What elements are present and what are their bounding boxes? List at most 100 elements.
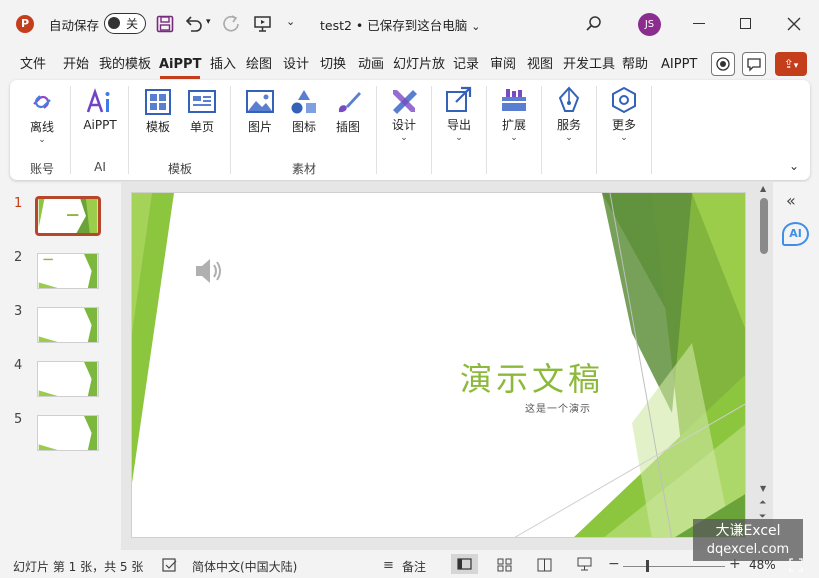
slide-thumbnail-2[interactable] [37, 253, 99, 289]
slide-thumbnail-3[interactable] [37, 307, 99, 343]
zoom-out-icon[interactable]: − [608, 556, 620, 572]
tab-file[interactable]: 文件 [20, 54, 46, 76]
watermark-line-1: 大谦Excel [715, 523, 781, 539]
close-icon[interactable] [787, 17, 801, 31]
normal-view-button[interactable] [451, 554, 478, 574]
ribbon-separator [541, 86, 542, 174]
tab-developer[interactable]: 开发工具 [563, 54, 615, 76]
tab-view[interactable]: 视图 [527, 54, 553, 76]
slide-number: 2 [14, 250, 23, 265]
group-label-template: 模板 [167, 162, 192, 176]
slide-number: 3 [14, 304, 23, 319]
zoom-level[interactable]: 48% [749, 558, 776, 572]
more-button[interactable]: 更多 ⌄ [599, 86, 649, 143]
tab-my-templates[interactable]: 我的模板 [99, 54, 151, 76]
extend-button[interactable]: 扩展 ⌄ [489, 86, 539, 143]
search-icon[interactable] [585, 15, 603, 33]
undo-icon[interactable] [184, 15, 204, 33]
vertical-scrollbar[interactable]: ▲ ▼ ⏶ ⏷ [757, 184, 771, 528]
slide-number: 4 [14, 358, 23, 373]
single-page-icon [188, 90, 216, 113]
design-button[interactable]: 设计 ⌄ [379, 86, 429, 143]
slide-thumbnail-4[interactable] [37, 361, 99, 397]
slide-number: 1 [14, 196, 23, 211]
tab-aippt[interactable]: AiPPT [159, 54, 201, 76]
notes-icon[interactable]: ≡ [383, 558, 394, 573]
ribbon-separator [486, 86, 487, 174]
scroll-up-icon[interactable]: ▲ [760, 184, 766, 193]
slide-thumbnail-5[interactable] [37, 415, 99, 451]
template-label: 模板 [145, 120, 170, 134]
slideshow-icon[interactable] [577, 557, 593, 572]
illustration-button[interactable]: 插图 [323, 88, 373, 135]
tab-review[interactable]: 审阅 [490, 54, 516, 76]
redo-icon[interactable] [222, 15, 242, 33]
zoom-slider[interactable] [623, 560, 725, 572]
image-button[interactable]: 图片 [235, 88, 285, 135]
slide-canvas[interactable] [131, 192, 746, 538]
link-icon [33, 95, 51, 109]
image-label: 图片 [247, 120, 272, 134]
icon-button[interactable]: 图标 [279, 88, 329, 135]
tab-draw[interactable]: 绘图 [246, 54, 272, 76]
single-page-button[interactable]: 单页 [177, 88, 227, 135]
ribbon-separator [376, 86, 377, 174]
tab-design[interactable]: 设计 [283, 54, 309, 76]
icon-label: 图标 [291, 120, 316, 134]
ribbon-separator [596, 86, 597, 174]
document-title[interactable]: test2 • 已保存到这台电脑 ⌄ [320, 15, 480, 34]
tab-record[interactable]: 记录 [453, 54, 479, 76]
share-button[interactable]: ⇪▾ [775, 52, 807, 76]
tab-home[interactable]: 开始 [63, 54, 89, 76]
chevron-down-icon: ⌄ [471, 20, 481, 33]
zoom-slider-thumb[interactable] [646, 560, 649, 572]
accessibility-icon[interactable] [162, 558, 178, 573]
tab-help[interactable]: 帮助 [622, 54, 648, 76]
minimize-icon[interactable] [692, 14, 706, 28]
share-icon: ⇪ [783, 57, 794, 71]
service-button[interactable]: 服务 ⌄ [544, 86, 594, 143]
save-icon[interactable] [156, 15, 174, 33]
ai-icon [86, 88, 110, 113]
service-label: 服务 [556, 118, 581, 132]
aippt-button[interactable]: AiPPT [75, 88, 125, 132]
export-button[interactable]: 导出 ⌄ [434, 86, 484, 143]
slide-title[interactable]: 演示文稿 [460, 354, 604, 400]
slide-background-shapes [132, 193, 745, 537]
language-status[interactable]: 简体中文(中国大陆) [192, 558, 297, 575]
collapse-pane-icon[interactable]: « [786, 191, 796, 210]
offline-button[interactable]: 离线 ⌄ [17, 88, 67, 145]
undo-dropdown-icon[interactable]: ▾ [206, 17, 211, 27]
slide-sorter-icon[interactable] [497, 558, 513, 572]
comments-button[interactable] [742, 52, 766, 76]
chevron-down-icon: ⌄ [400, 133, 408, 143]
previous-slide-icon[interactable]: ⏶ [759, 498, 766, 508]
tab-animations[interactable]: 动画 [358, 54, 384, 76]
slide-number: 5 [14, 412, 23, 427]
autosave-toggle[interactable]: 关 [104, 13, 146, 34]
collapse-ribbon-icon[interactable]: ⌄ [789, 159, 799, 173]
fit-to-window-icon[interactable] [789, 558, 803, 572]
tab-transitions[interactable]: 切换 [320, 54, 346, 76]
ribbon-separator [230, 86, 231, 174]
user-avatar[interactable]: JS [638, 13, 661, 36]
template-button[interactable]: 模板 [133, 88, 183, 135]
customize-toolbar-icon[interactable]: ⌄ [286, 15, 295, 28]
ai-assistant-icon[interactable]: AI [782, 222, 809, 246]
present-from-start-icon[interactable] [253, 15, 273, 33]
scrollbar-thumb[interactable] [760, 198, 768, 254]
scroll-down-icon[interactable]: ▼ [760, 484, 766, 493]
tab-insert[interactable]: 插入 [210, 54, 236, 76]
reading-view-icon[interactable] [537, 558, 553, 572]
slide-thumbnail-1[interactable] [35, 196, 101, 236]
slide-count-status: 幻灯片 第 1 张，共 5 张 [13, 560, 144, 574]
tab-slideshow[interactable]: 幻灯片放映 [393, 54, 445, 76]
tab-aippt-2[interactable]: AIPPT [661, 54, 697, 76]
slide-subtitle[interactable]: 这是一个演示 [525, 400, 591, 415]
notes-button[interactable]: 备注 [402, 558, 426, 575]
maximize-icon[interactable] [740, 18, 751, 29]
record-button[interactable] [711, 52, 735, 76]
toolbox-icon [502, 89, 526, 111]
autosave-state: 关 [126, 17, 139, 31]
audio-speaker-icon[interactable] [193, 256, 227, 286]
